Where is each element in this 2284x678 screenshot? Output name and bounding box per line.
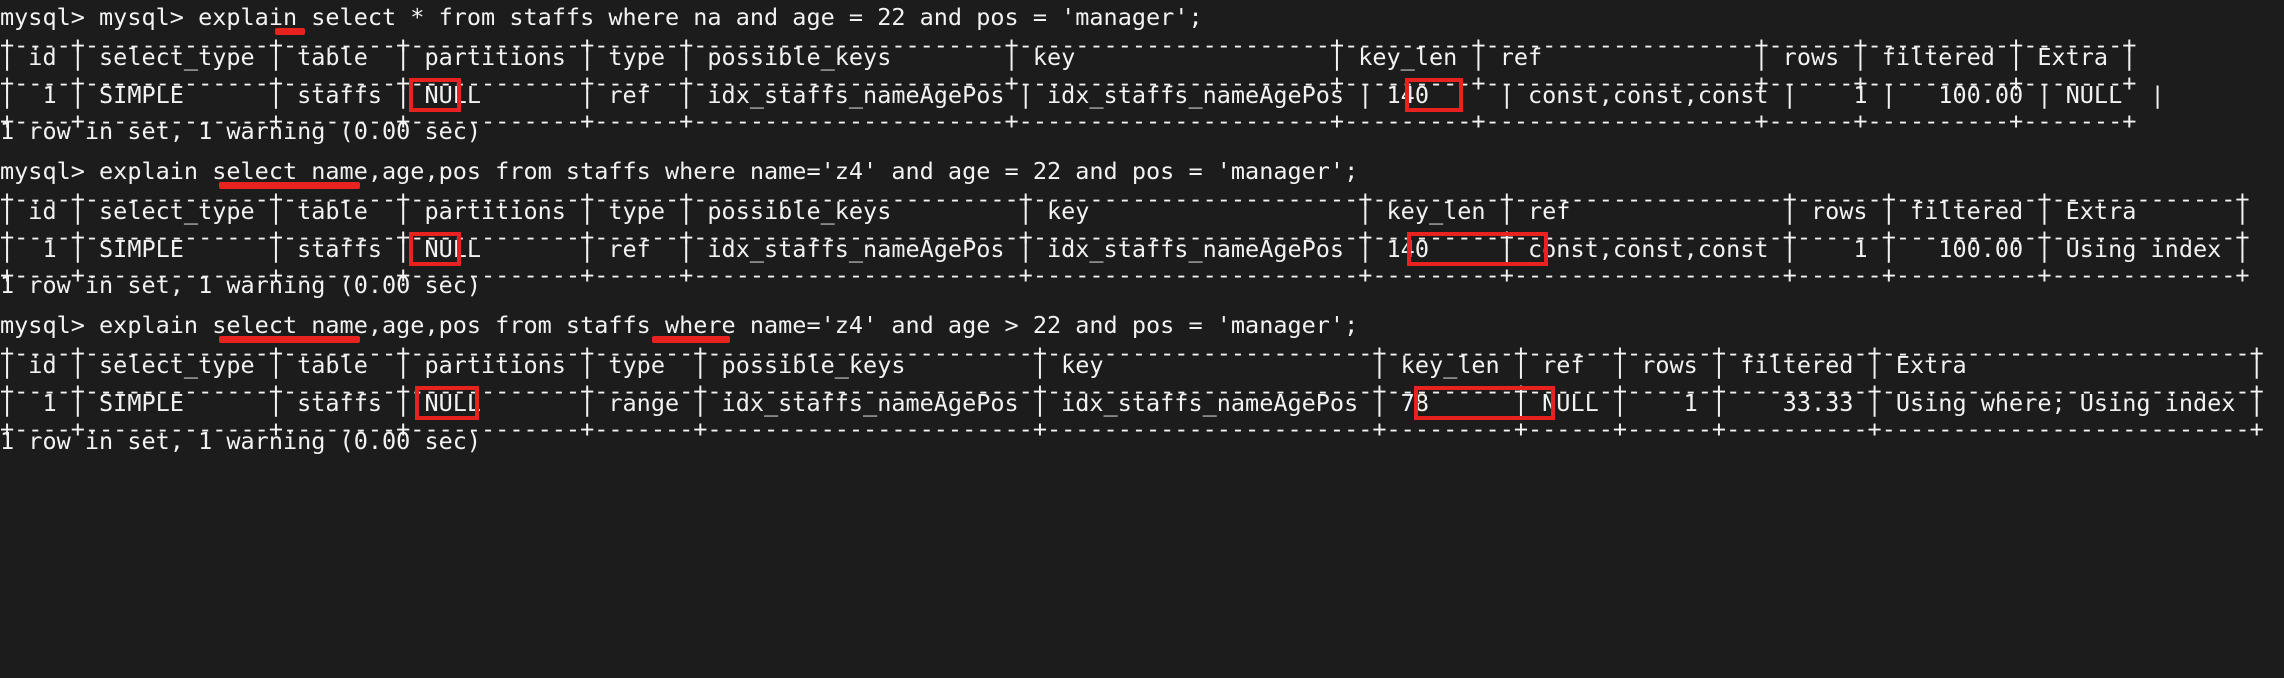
table-2-header: | id | select_type | table | partitions … <box>0 197 2250 225</box>
status-line-1: 1 row in set, 1 warning (0.00 sec) <box>0 117 482 145</box>
prompt-line-1: mysql> mysql> explain select * from staf… <box>0 3 1203 31</box>
table-2-row: | 1 | SIMPLE | staffs | NULL | ref | idx… <box>0 235 2250 263</box>
table-1-header: | id | select_type | table | partitions … <box>0 43 2137 71</box>
prompt-line-3: mysql> explain select name,age,pos from … <box>0 311 1359 339</box>
terminal-window[interactable]: mysql> mysql> explain select * from staf… <box>0 0 2284 678</box>
table-3-header: | id | select_type | table | partitions … <box>0 351 2264 379</box>
prompt-line-2: mysql> explain select name,age,pos from … <box>0 157 1359 185</box>
status-line-3: 1 row in set, 1 warning (0.00 sec) <box>0 427 482 455</box>
table-1-row: | 1 | SIMPLE | staffs | NULL | ref | idx… <box>0 81 2165 109</box>
table-3-row: | 1 | SIMPLE | staffs | NULL | range | i… <box>0 389 2264 417</box>
status-line-2: 1 row in set, 1 warning (0.00 sec) <box>0 271 482 299</box>
